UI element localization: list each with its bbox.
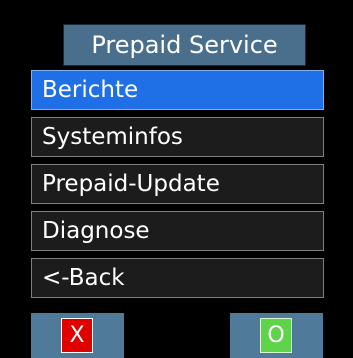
cancel-key-label: X: [61, 318, 93, 353]
menu-item-back[interactable]: <-Back: [31, 258, 324, 298]
menu-item-diagnose[interactable]: Diagnose: [31, 211, 324, 251]
menu-item-systeminfos[interactable]: Systeminfos: [31, 117, 324, 157]
device-screen: Prepaid Service Berichte Systeminfos Pre…: [0, 0, 353, 358]
ok-softkey[interactable]: O: [230, 313, 323, 358]
menu-item-prepaid-update[interactable]: Prepaid-Update: [31, 164, 324, 204]
cancel-softkey[interactable]: X: [31, 313, 124, 358]
menu-list: Berichte Systeminfos Prepaid-Update Diag…: [31, 70, 324, 305]
menu-item-berichte[interactable]: Berichte: [31, 70, 324, 110]
ok-key-label: O: [260, 318, 292, 353]
screen-title: Prepaid Service: [63, 24, 306, 66]
